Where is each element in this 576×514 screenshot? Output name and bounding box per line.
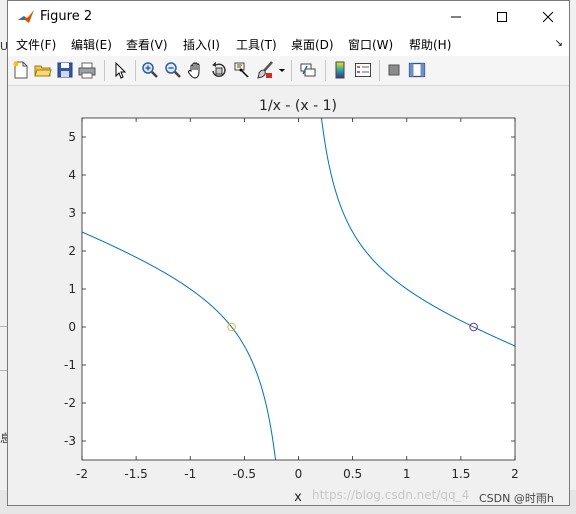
brush-icon[interactable] — [256, 61, 274, 79]
menu-edit[interactable]: 编辑(E) — [71, 36, 112, 53]
y-tick-label: -2 — [64, 396, 76, 410]
zoom-in-icon[interactable] — [141, 61, 159, 79]
menu-tools[interactable]: 工具(T) — [236, 36, 277, 53]
y-tick-label: 2 — [68, 244, 76, 258]
brush-dropdown-icon[interactable] — [278, 61, 286, 79]
plot-svg: 1/x - (x - 1) -2 -1.5 -1 -0.5 0 0.5 1 1.5 2 -3 -2… — [64, 98, 519, 505]
pan-hand-icon[interactable] — [187, 61, 205, 79]
x-tick-label: -1 — [184, 467, 196, 481]
y-tick-label: 3 — [68, 206, 76, 220]
menu-view[interactable]: 查看(V) — [126, 36, 168, 53]
y-tick-label: 0 — [68, 320, 76, 334]
new-figure-icon[interactable] — [12, 61, 30, 79]
legend-icon[interactable] — [354, 61, 372, 79]
x-tick-label: 1.5 — [451, 467, 470, 481]
axes-title: 1/x - (x - 1) — [259, 98, 337, 114]
menu-insert[interactable]: 插入(I) — [183, 36, 220, 53]
x-tick-label: -2 — [76, 467, 88, 481]
y-tick-label: -3 — [64, 434, 76, 448]
maximize-button[interactable] — [479, 1, 525, 32]
figure-canvas: 1/x - (x - 1) -2 -1.5 -1 -0.5 0 0.5 1 1.5 2 -3 -2… — [8, 86, 569, 505]
toolbar-separator — [379, 60, 380, 81]
menu-file[interactable]: 文件(F) — [16, 36, 56, 53]
y-tick-label: 5 — [68, 130, 76, 144]
menu-desktop[interactable]: 桌面(D) — [291, 36, 334, 53]
x-tick-label: -0.5 — [233, 467, 256, 481]
menu-window[interactable]: 窗口(W) — [348, 36, 393, 53]
x-tick-label: 0 — [295, 467, 303, 481]
csdn-author-tag: CSDN @时雨h — [479, 492, 554, 505]
toolbar-separator — [135, 60, 136, 81]
close-icon — [542, 11, 554, 23]
close-button[interactable] — [525, 1, 571, 32]
show-plot-tools-icon[interactable] — [408, 61, 426, 79]
menu-help[interactable]: 帮助(H) — [409, 36, 451, 53]
axes-background[interactable] — [82, 118, 515, 460]
toolbar-separator — [325, 60, 326, 81]
x-tick-label: 1 — [403, 467, 411, 481]
figure-window: Figure 2 文件(F) 编辑(E) 查看(V) 插入(I) 工具(T) 桌… — [7, 0, 570, 506]
maximize-icon — [497, 12, 507, 22]
figure-toolbar — [8, 56, 569, 86]
title-bar[interactable]: Figure 2 — [8, 1, 569, 32]
toolbar-separator — [291, 60, 292, 81]
x-tick-label: 2 — [511, 467, 519, 481]
edit-plot-arrow-icon[interactable] — [111, 61, 129, 79]
link-plot-icon[interactable] — [299, 61, 317, 79]
save-icon[interactable] — [56, 61, 74, 79]
background-app-strip — [570, 0, 576, 514]
data-cursor-icon[interactable] — [233, 61, 251, 79]
colorbar-icon[interactable] — [331, 61, 349, 79]
open-file-icon[interactable] — [34, 61, 52, 79]
menu-overflow-icon[interactable]: ↘ — [555, 38, 563, 49]
hide-plot-tools-icon[interactable] — [385, 61, 403, 79]
window-title: Figure 2 — [40, 9, 93, 24]
print-icon[interactable] — [78, 61, 96, 79]
x-axis-label: x — [294, 490, 302, 505]
menu-bar: 文件(F) 编辑(E) 查看(V) 插入(I) 工具(T) 桌面(D) 窗口(W… — [8, 32, 569, 56]
y-tick-label: 4 — [68, 168, 76, 182]
x-tick-label: -1.5 — [124, 467, 147, 481]
watermark-url: https://blog.csdn.net/qq_4 — [312, 488, 470, 502]
y-tick-label: -1 — [64, 358, 76, 372]
minimize-button[interactable] — [433, 1, 479, 32]
y-tick-label: 1 — [68, 282, 76, 296]
matlab-logo-icon — [17, 8, 35, 26]
rotate-3d-icon[interactable] — [210, 61, 228, 79]
minimize-icon — [451, 16, 461, 18]
zoom-out-icon[interactable] — [164, 61, 182, 79]
toolbar-separator — [104, 60, 105, 81]
x-tick-label: 0.5 — [343, 467, 362, 481]
